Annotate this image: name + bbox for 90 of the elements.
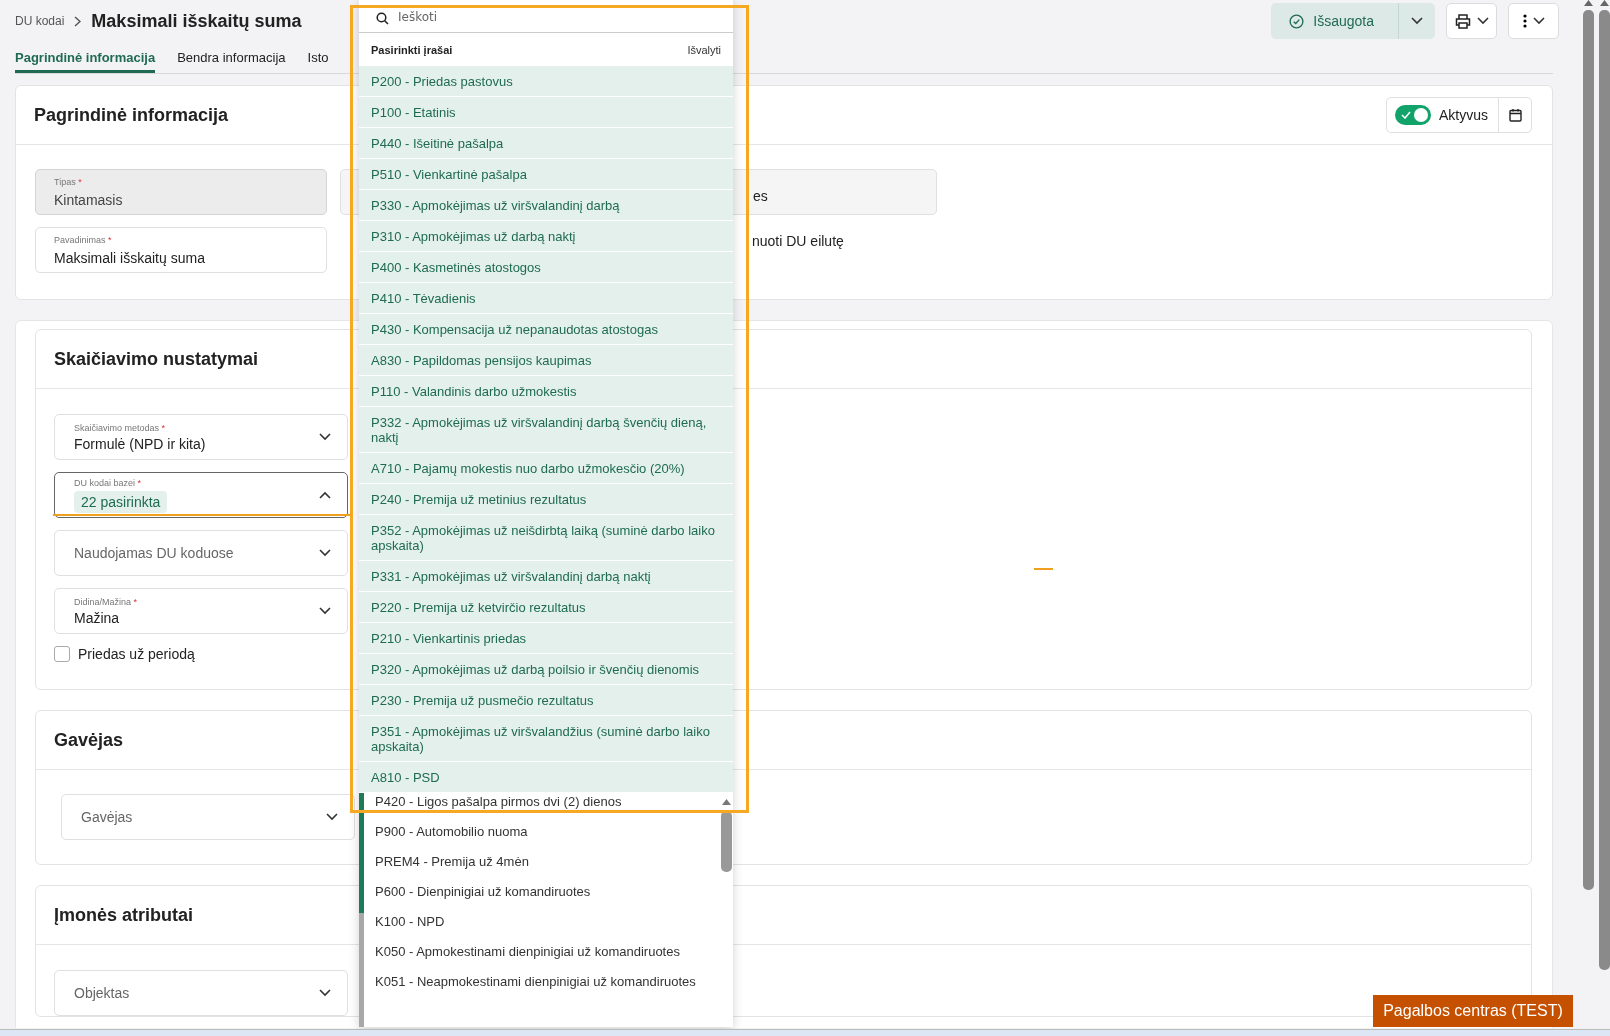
chevron-down-icon (1411, 17, 1423, 25)
checkbox[interactable] (54, 646, 70, 662)
clear-link[interactable]: Išvalyti (687, 43, 721, 56)
option-item[interactable]: P330 - Apmokėjimas už viršvalandinį darbą (359, 190, 733, 221)
field-value: Mažina (74, 609, 121, 626)
option-item[interactable]: P420 - Ligos pašalpa pirmos dvi (2) dienos (364, 793, 719, 817)
option-item[interactable]: P410 - Tėvadienis (359, 283, 733, 314)
option-item[interactable]: K051 - Neapmokestinami dienpinigiai už komandiruotes (364, 967, 719, 997)
chevron-up-icon (319, 491, 331, 499)
field-label: Pavadinimas * (54, 235, 113, 245)
option-item[interactable]: P240 - Premija už metinius rezultatus (359, 484, 733, 515)
print-button[interactable] (1446, 3, 1497, 39)
field-value: es (753, 188, 768, 204)
option-item[interactable]: K050 - Apmokestinami dienpinigiai už komandiruotes (364, 937, 719, 967)
checkbox-label: Priedas už periodą (78, 646, 195, 662)
toggle-label: Aktyvus (1439, 107, 1488, 123)
saved-status-button[interactable]: Išsaugota (1271, 3, 1399, 39)
check-circle-icon (1289, 13, 1305, 29)
option-item[interactable]: P352 - Apmokėjimas už neišdirbtą laiką (suminė darbo laiko apskaita) (359, 515, 733, 561)
tab[interactable]: Pagrindinė informacija (15, 40, 156, 73)
select-field[interactable]: DU kodai bazei * 22 pasirinkta (54, 472, 348, 518)
chevron-down-icon (326, 813, 338, 821)
checkbox-label: nuoti DU eilutę (752, 233, 844, 249)
option-item[interactable]: P200 - Priedas pastovus (359, 66, 733, 97)
chevron-down-icon (319, 607, 331, 615)
scrollbar-thumb[interactable] (720, 811, 732, 872)
option-item[interactable]: P332 - Apmokėjimas už viršvalandinį darbą švenčių dieną, naktį (359, 407, 733, 453)
option-item[interactable]: A830 - Papildomas pensijos kaupimas (359, 345, 733, 376)
select-field[interactable]: Skaičiavimo metodas * Formulė (NPD ir kita) (54, 414, 348, 460)
option-item[interactable]: P600 - Dienpinigiai už komandiruotes (364, 877, 719, 907)
search-field[interactable]: Ieškoti (359, 0, 733, 33)
option-item[interactable]: P510 - Vienkartinė pašalpa (359, 159, 733, 190)
section-title: Įmonės atributai (54, 904, 194, 926)
field-label: DU kodai bazei * (74, 477, 143, 488)
chevron-down-icon (319, 989, 331, 997)
option-item[interactable]: P900 - Automobilio nuoma (364, 817, 719, 847)
chevron-down-icon (1476, 17, 1489, 25)
chevron-right-icon (74, 15, 82, 27)
section-title: Skaičiavimo nustatymai (54, 348, 259, 370)
text-field[interactable]: Pavadinimas * Maksimali išskaitų suma (35, 227, 327, 273)
scroll-up-arrow-icon[interactable] (721, 799, 731, 805)
help-center-button[interactable]: Pagalbos centras (TEST) (1373, 995, 1573, 1027)
selection-count-chip: 22 pasirinkta (74, 490, 168, 513)
more-vertical-icon (1522, 14, 1527, 28)
option-item[interactable]: P210 - Vienkartinis priedas (359, 623, 733, 654)
option-item[interactable]: P331 - Apmokėjimas už viršvalandinį darbą naktį (359, 561, 733, 592)
section-title: Gavėjas (54, 729, 124, 751)
section-title: Pagrindinė informacija (34, 104, 229, 126)
tab[interactable]: Isto (307, 40, 329, 73)
select-field[interactable]: Objektas (54, 970, 348, 1016)
option-item[interactable]: K100 - NPD (364, 907, 719, 937)
option-item[interactable]: PREM4 - Premija už 4mėn (364, 847, 719, 877)
option-item[interactable]: A810 - PSD (359, 762, 733, 793)
field-value: Kintamasis (54, 192, 124, 208)
option-item[interactable]: P220 - Premija už ketvirčio rezultatus (359, 592, 733, 623)
more-button[interactable] (1508, 3, 1559, 39)
calendar-icon (1508, 108, 1522, 122)
breadcrumb-link[interactable]: DU kodai (15, 14, 65, 28)
check-icon (1401, 111, 1411, 119)
chevron-down-icon (1532, 17, 1545, 25)
field-placeholder: Naudojamas DU koduose (74, 545, 234, 561)
search-icon (376, 12, 389, 25)
option-item[interactable]: A710 - Pajamų mokestis nuo darbo užmokesčio (20%) (359, 453, 733, 484)
field-placeholder: Gavėjas (81, 809, 133, 825)
option-item[interactable]: P230 - Premija už pusmečio rezultatus (359, 685, 733, 716)
chevron-down-icon (319, 433, 331, 441)
field-label: Didina/Mažina * (74, 596, 138, 607)
printer-icon (1454, 13, 1471, 29)
active-toggle[interactable] (1395, 105, 1431, 125)
option-item[interactable]: P351 - Apmokėjimas už viršvalandžius (suminė darbo laiko apskaita) (359, 716, 733, 762)
field-label: Skaičiavimo metodas * (74, 422, 167, 433)
field-label: Tipas * (54, 177, 83, 187)
option-item[interactable]: P100 - Etatinis (359, 97, 733, 128)
tab[interactable]: Bendra informacija (177, 40, 286, 73)
field-value: Formulė (NPD ir kita) (74, 435, 206, 452)
option-item[interactable]: P400 - Kasmetinės atostogos (359, 252, 733, 283)
option-item[interactable]: P320 - Apmokėjimas už darbą poilsio ir švenčių dienomis (359, 654, 733, 685)
chevron-down-icon (319, 549, 331, 557)
page-title: Maksimali išskaitų suma (91, 10, 302, 32)
select-field[interactable]: Didina/Mažina * Mažina (54, 588, 348, 634)
option-item[interactable]: P310 - Apmokėjimas už darbą naktį (359, 221, 733, 252)
list-heading: Pasirinkti įrašai (371, 43, 453, 56)
option-item[interactable]: P440 - Išeitinė pašalpa (359, 128, 733, 159)
option-item[interactable]: P430 - Kompensacija už nepanaudotas atostogas (359, 314, 733, 345)
select-field[interactable]: Naudojamas DU koduose (54, 530, 348, 576)
field-placeholder: Objektas (74, 985, 130, 1001)
option-item[interactable]: P110 - Valandinis darbo užmokestis (359, 376, 733, 407)
select-field[interactable]: Gavėjas (61, 794, 355, 840)
highlight-mark (1034, 568, 1053, 570)
field-value: Maksimali išskaitų suma (54, 250, 206, 266)
